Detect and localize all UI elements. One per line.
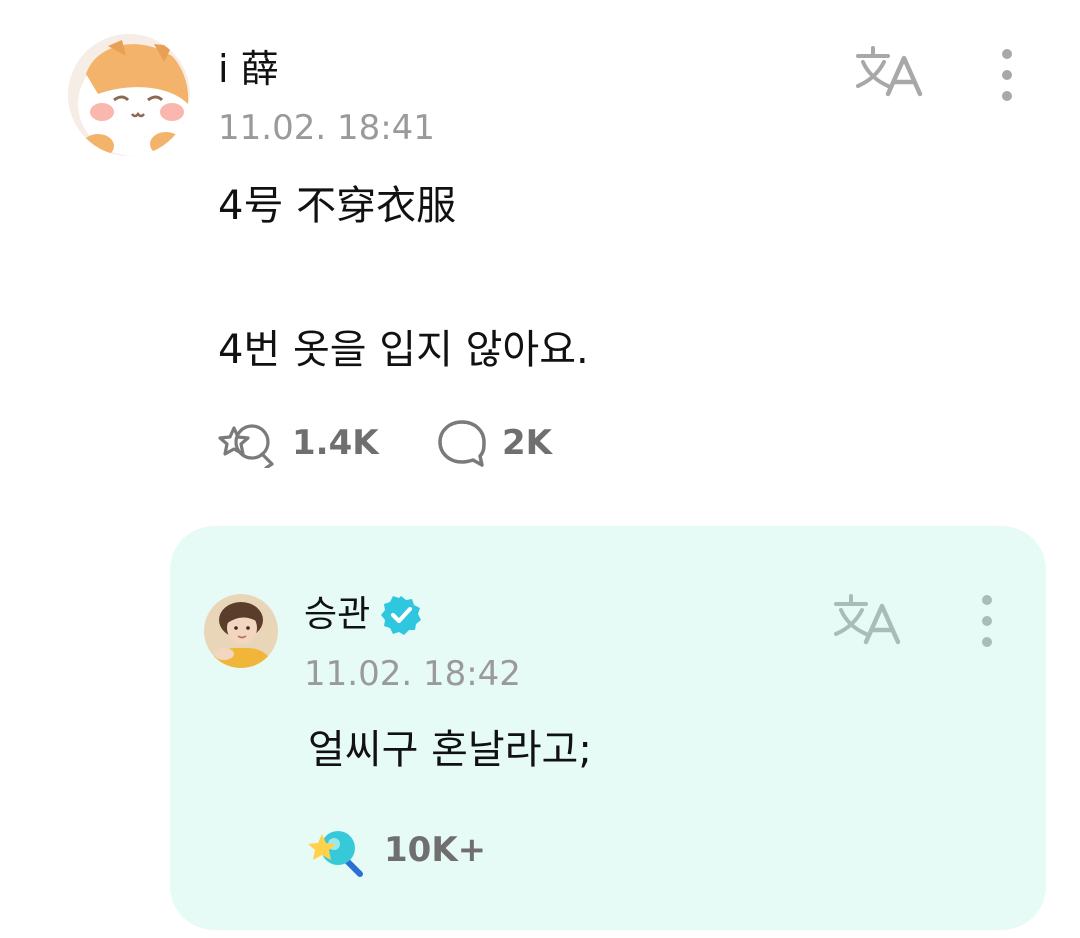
reply-author-name[interactable]: 승관 xyxy=(304,590,422,640)
author-avatar[interactable] xyxy=(68,34,190,156)
artist-reaction-icon xyxy=(308,831,363,877)
post-author-name[interactable]: i 薛 xyxy=(218,44,279,94)
reply-author-label: 승관 xyxy=(304,594,371,635)
reaction-count: 1.4K xyxy=(292,423,379,463)
person-avatar-icon xyxy=(204,594,278,668)
reply-more-options-button[interactable] xyxy=(972,594,1002,648)
comment-count: 2K xyxy=(502,423,553,463)
reply-text: 얼씨구 혼날라고; xyxy=(308,727,592,773)
comment-button[interactable]: 2K xyxy=(436,416,552,470)
reply-reaction-button[interactable]: 10K+ xyxy=(308,822,486,878)
verified-badge-icon xyxy=(381,596,422,635)
translate-icon xyxy=(834,594,901,645)
reply-timestamp: 11.02. 18:42 xyxy=(304,654,521,694)
artist-reply-card[interactable] xyxy=(170,526,1046,930)
post-text-line: 4号 不穿衣服 xyxy=(218,183,457,229)
more-vertical-icon xyxy=(1002,49,1012,101)
reply-author-avatar[interactable] xyxy=(204,594,278,668)
translate-icon xyxy=(856,46,923,97)
reply-translate-button[interactable] xyxy=(832,592,902,646)
more-options-button[interactable] xyxy=(992,48,1022,102)
cat-avatar-icon xyxy=(68,34,190,156)
post-text-line: 4번 옷을 입지 않아요. xyxy=(218,327,589,373)
reaction-icon xyxy=(218,424,274,468)
post-timestamp: 11.02. 18:41 xyxy=(218,108,435,148)
more-vertical-icon xyxy=(982,595,992,647)
comment-icon xyxy=(438,420,486,467)
translate-button[interactable] xyxy=(854,44,924,98)
reply-reaction-count: 10K+ xyxy=(384,830,487,870)
reaction-button[interactable]: 1.4K xyxy=(218,416,379,470)
